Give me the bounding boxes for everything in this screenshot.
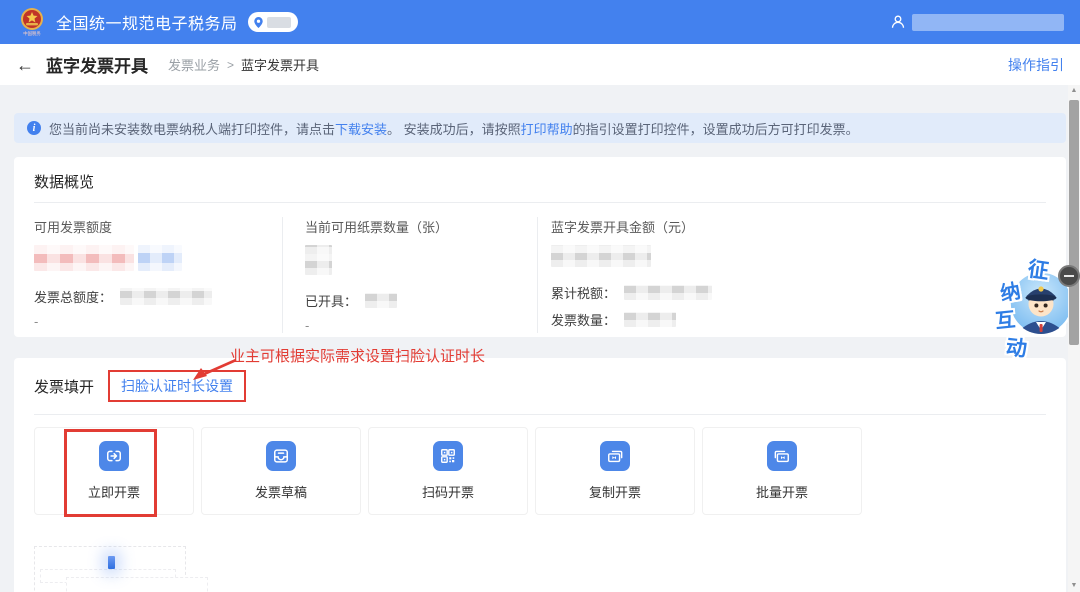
scrollbar-thumb[interactable] bbox=[1069, 100, 1079, 345]
print-control-banner: i 您当前尚未安装数电票纳税人端打印控件，请点击 下载安装 。 安装成功后，请按… bbox=[14, 113, 1066, 143]
blue-invoice-amount-value-redacted bbox=[551, 245, 651, 267]
batch-ticket-icon bbox=[767, 441, 797, 471]
invoice-count-value-redacted bbox=[624, 312, 677, 327]
total-quota-label: 发票总额度： bbox=[34, 290, 113, 305]
ghost-skeleton-box bbox=[66, 577, 208, 592]
ghost-cursor-bar bbox=[108, 556, 115, 569]
account-area[interactable] bbox=[890, 13, 1064, 31]
data-overview-section: 数据概览 可用发票额度 发票总额度： - 当前可用纸票数量（张） 已开具： - … bbox=[14, 157, 1066, 337]
assistant-char: 互 bbox=[994, 309, 1017, 333]
app-title: 全国统一规范电子税务局 bbox=[56, 16, 238, 33]
card-invoice-draft[interactable]: 发票草稿 bbox=[201, 427, 361, 515]
breadcrumb-item-invoice-business[interactable]: 发票业务 bbox=[168, 55, 220, 74]
invoice-fill-title: 发票填开 bbox=[34, 378, 95, 396]
info-icon: i bbox=[27, 121, 41, 135]
banner-text-mid: 。 安装成功后，请按照 bbox=[387, 121, 521, 137]
logo-caption: 中国税务 bbox=[23, 31, 41, 37]
card-label: 复制开票 bbox=[588, 485, 641, 500]
card-label: 批量开票 bbox=[755, 485, 808, 500]
issued-label: 已开具： bbox=[305, 294, 358, 309]
national-emblem-logo: 中国税务 bbox=[16, 7, 48, 37]
overview-col-available-quota: 可用发票额度 发票总额度： - bbox=[34, 217, 282, 333]
user-icon bbox=[891, 15, 905, 28]
breadcrumb-item-current: 蓝字发票开具 bbox=[241, 58, 320, 73]
divider bbox=[34, 414, 1046, 415]
overview-col-blue-invoice-amount: 蓝字发票开具金额（元） 累计税额： 发票数量： bbox=[537, 217, 1046, 333]
paper-tickets-label: 当前可用纸票数量（张） bbox=[305, 220, 449, 235]
banner-text-before: 您当前尚未安装数电票纳税人端打印控件，请点击 bbox=[49, 121, 336, 137]
annotation-arrow-icon bbox=[193, 358, 237, 380]
card-batch-invoice[interactable]: 批量开票 bbox=[702, 427, 862, 515]
print-help-link[interactable]: 打印帮助 bbox=[521, 119, 573, 138]
invoice-count-label: 发票数量： bbox=[551, 313, 617, 328]
accumulated-tax-label: 累计税额： bbox=[551, 286, 617, 301]
invoice-action-cards: 立即开票 发票草稿 扫码开票 复制开票 批量开票 bbox=[34, 427, 1046, 515]
username-redacted bbox=[912, 13, 1064, 31]
dash-value: - bbox=[305, 318, 310, 333]
available-quota-value-redacted bbox=[34, 245, 134, 271]
scroll-up-arrow[interactable]: ▲ bbox=[1068, 85, 1080, 97]
dash-value: - bbox=[34, 314, 39, 329]
top-header: 中国税务 全国统一规范电子税务局 bbox=[0, 0, 1080, 44]
assistant-minimize-button[interactable] bbox=[1058, 265, 1080, 287]
issued-value-redacted bbox=[365, 293, 398, 308]
location-pin-icon bbox=[253, 16, 263, 28]
qr-code-icon bbox=[433, 441, 463, 471]
assistant-char: 征 bbox=[1026, 257, 1051, 284]
operation-guide-link[interactable]: 操作指引 bbox=[1008, 55, 1064, 75]
scrollbar: ▲ ▼ bbox=[1068, 85, 1080, 592]
location-name-redacted bbox=[266, 16, 291, 28]
total-quota-value-redacted bbox=[120, 288, 213, 305]
copy-ticket-icon bbox=[600, 441, 630, 471]
breadcrumb: 发票业务 > 蓝字发票开具 bbox=[168, 55, 319, 74]
assistant-char: 动 bbox=[1004, 335, 1028, 362]
available-quota-label: 可用发票额度 bbox=[34, 220, 113, 235]
accumulated-tax-value-redacted bbox=[624, 285, 713, 300]
overview-col-paper-tickets: 当前可用纸票数量（张） 已开具： - bbox=[282, 217, 537, 333]
location-selector[interactable] bbox=[247, 12, 298, 32]
emblem-icon bbox=[21, 8, 43, 30]
download-install-link[interactable]: 下载安装 bbox=[335, 119, 387, 138]
issue-now-highlight-box bbox=[64, 429, 157, 517]
card-label: 发票草稿 bbox=[254, 485, 307, 500]
card-label: 扫码开票 bbox=[421, 485, 474, 500]
annotation-text: 业主可根据实际需求设置扫脸认证时长 bbox=[230, 348, 486, 365]
blue-invoice-amount-label: 蓝字发票开具金额（元） bbox=[551, 220, 695, 235]
breadcrumb-separator: > bbox=[227, 57, 235, 72]
overview-section-title: 数据概览 bbox=[34, 174, 95, 191]
available-quota-value-redacted-2 bbox=[138, 245, 182, 271]
page-title: 蓝字发票开具 bbox=[46, 57, 148, 76]
draft-inbox-icon bbox=[266, 441, 296, 471]
divider bbox=[34, 202, 1046, 203]
card-scan-to-invoice[interactable]: 扫码开票 bbox=[368, 427, 528, 515]
scroll-down-arrow[interactable]: ▼ bbox=[1068, 580, 1080, 592]
page: 中国税务 全国统一规范电子税务局 ← 蓝字发票开具 发票业务 > 蓝字发票开具 bbox=[0, 0, 1080, 592]
card-copy-invoice[interactable]: 复制开票 bbox=[535, 427, 695, 515]
paper-tickets-value-redacted bbox=[305, 245, 332, 275]
back-button[interactable]: ← bbox=[16, 56, 34, 74]
banner-text-after: 的指引设置打印控件，设置成功后方可打印发票。 bbox=[572, 121, 859, 137]
title-bar: ← 蓝字发票开具 发票业务 > 蓝字发票开具 操作指引 bbox=[0, 44, 1080, 85]
